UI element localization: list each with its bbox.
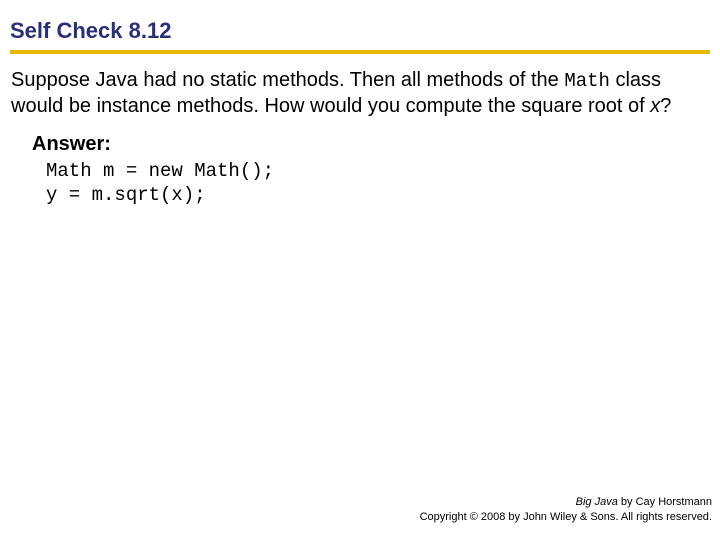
footer-line-1: Big Java by Cay Horstmann	[420, 495, 712, 509]
answer-label: Answer:	[32, 133, 710, 156]
question-pre: Suppose Java had no static methods. Then…	[11, 69, 564, 91]
question-code: Math	[564, 70, 610, 92]
slide: Self Check 8.12 Suppose Java had no stat…	[0, 0, 720, 540]
footer-by: by Cay Horstmann	[618, 496, 712, 508]
question-post: ?	[660, 95, 671, 117]
title-underline	[10, 50, 710, 54]
slide-title: Self Check 8.12	[10, 18, 710, 48]
answer-code: Math m = new Math(); y = m.sqrt(x);	[32, 160, 710, 208]
footer-copyright: Copyright © 2008 by John Wiley & Sons. A…	[420, 510, 712, 524]
footer: Big Java by Cay Horstmann Copyright © 20…	[420, 495, 712, 524]
footer-book: Big Java	[576, 496, 618, 508]
answer-block: Answer: Math m = new Math(); y = m.sqrt(…	[10, 133, 710, 208]
question-text: Suppose Java had no static methods. Then…	[10, 68, 710, 119]
question-var: x	[650, 95, 660, 117]
